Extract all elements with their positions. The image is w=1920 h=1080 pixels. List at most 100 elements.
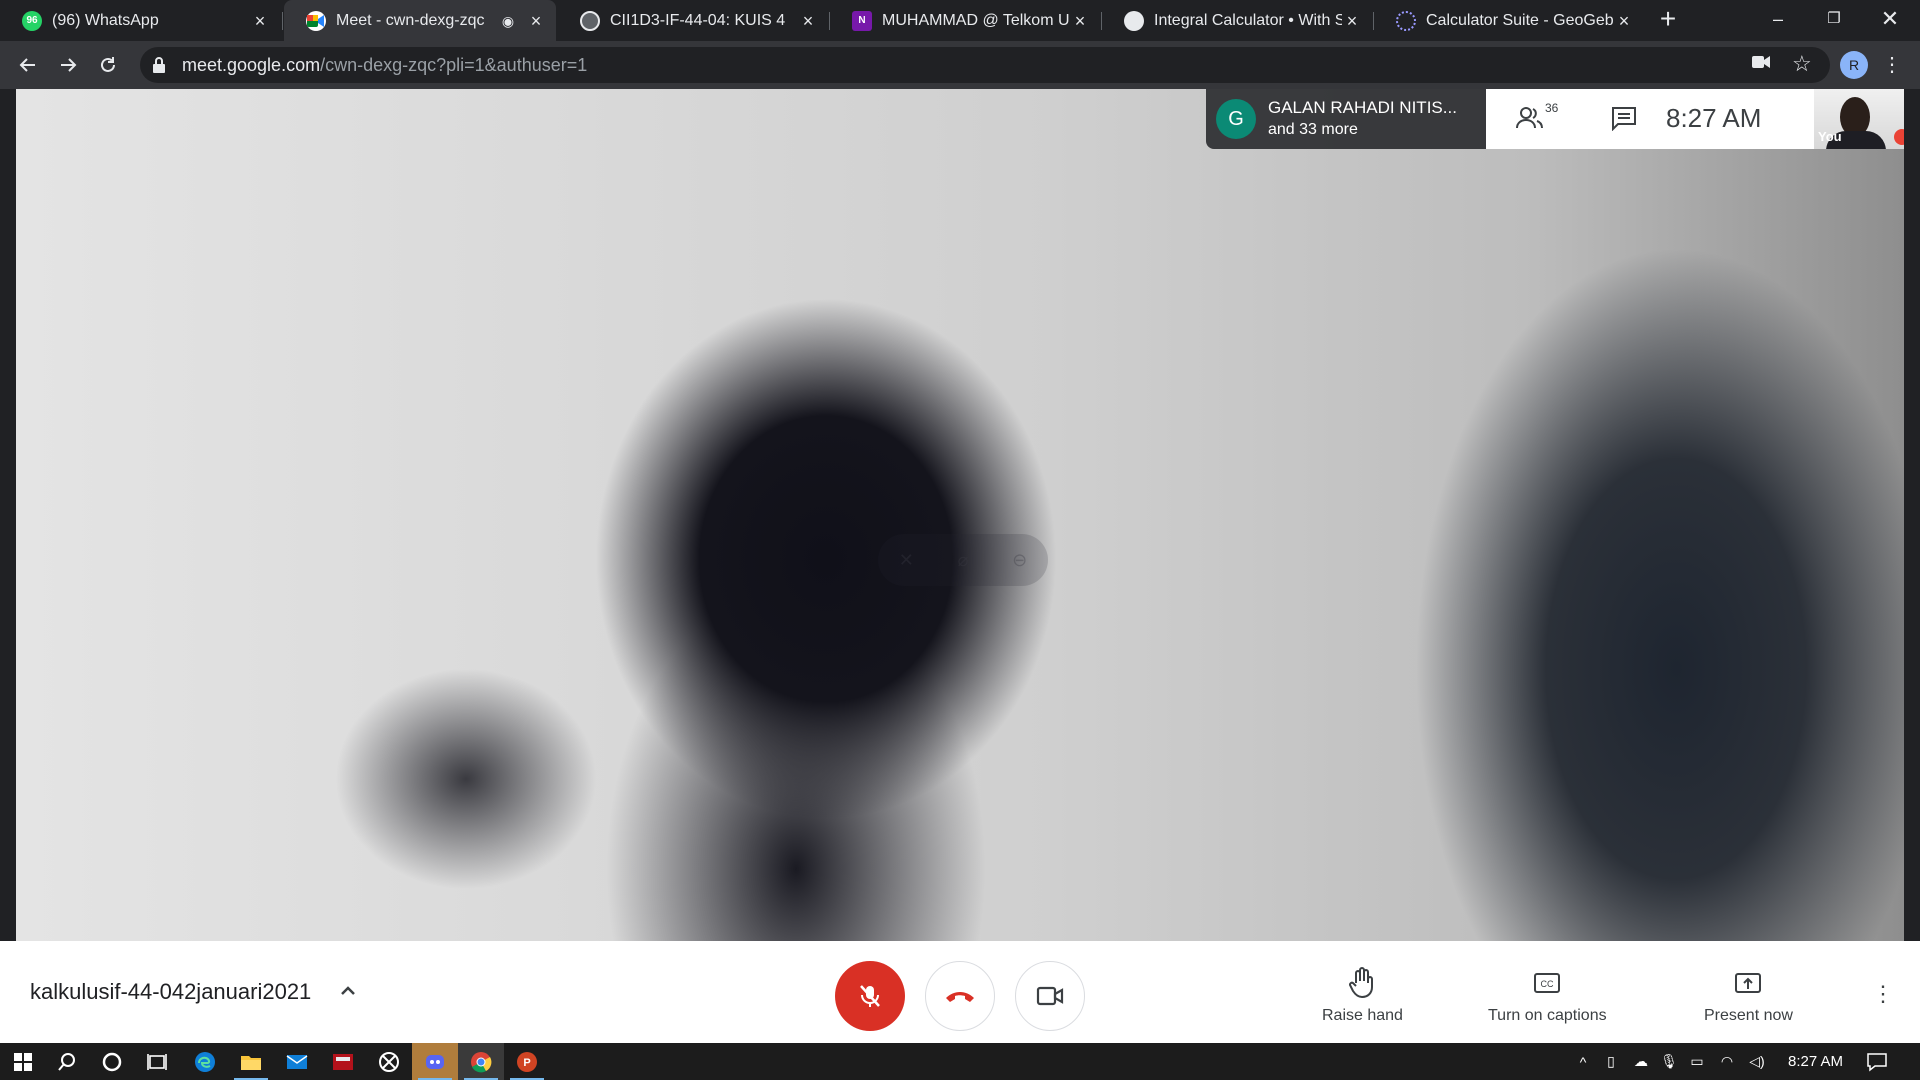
url-path: /cwn-dexg-zqc?pli=1&authuser=1 <box>320 54 588 75</box>
minimize-button[interactable]: – <box>1748 0 1808 41</box>
taskbar-clock[interactable]: 8:27 AM <box>1788 1053 1843 1070</box>
tab-title: Integral Calculator • With Ste <box>1154 11 1342 29</box>
arrow-left-icon <box>19 58 35 72</box>
tab-onenote[interactable]: N MUHAMMAD @ Telkom Uni × <box>830 0 1100 41</box>
lock-icon <box>153 57 165 73</box>
raise-hand-button[interactable]: Raise hand <box>1322 967 1403 1025</box>
tab-title: (96) WhatsApp <box>52 11 159 29</box>
mic-off-icon <box>860 985 880 1007</box>
meeting-code[interactable]: kalkulusif-44-042januari2021 <box>30 979 311 1005</box>
taskbar-app-red[interactable] <box>320 1043 366 1080</box>
show-hidden-icons-icon[interactable]: ^ <box>1570 1054 1596 1070</box>
chat-icon <box>1612 107 1636 132</box>
people-count: 36 <box>1545 101 1559 115</box>
mail-icon <box>286 1054 308 1069</box>
restore-button[interactable]: ❐ <box>1804 0 1864 41</box>
cortana-button[interactable] <box>89 1043 135 1080</box>
camera-toggle-button[interactable] <box>1015 961 1085 1031</box>
taskbar-xbox[interactable] <box>366 1043 412 1080</box>
tab-geogebra[interactable]: Calculator Suite - GeoGebra × <box>1374 0 1644 41</box>
captions-button[interactable]: CC Turn on captions <box>1488 967 1607 1025</box>
mute-participant-icon[interactable]: ⌀ <box>952 549 974 571</box>
browser-menu-icon[interactable]: ⋮ <box>1882 53 1902 77</box>
moodle-icon <box>580 10 600 31</box>
bookmark-star-icon[interactable]: ☆ <box>1792 51 1812 77</box>
google-meet-icon <box>306 10 326 31</box>
reload-button[interactable] <box>92 49 124 81</box>
new-tab-button[interactable]: + <box>1654 5 1682 34</box>
self-view-tile[interactable]: You <box>1814 89 1904 149</box>
pin-off-icon[interactable]: ✕ <box>895 549 917 571</box>
back-button[interactable] <box>12 49 44 81</box>
chevron-up-icon[interactable] <box>336 979 360 1003</box>
tab-meet[interactable]: Meet - cwn-dexg-zqc ◉ × <box>284 0 556 41</box>
taskbar-file-explorer[interactable] <box>228 1043 274 1080</box>
edge-icon <box>195 1051 215 1072</box>
participant-more: and 33 more <box>1268 121 1358 138</box>
microphone-in-use-icon[interactable]: 🎙 <box>1656 1053 1682 1070</box>
reload-icon <box>101 57 115 72</box>
taskbar-powerpoint[interactable]: P <box>504 1043 550 1080</box>
close-tab-icon[interactable]: × <box>798 11 818 31</box>
onedrive-cloud-icon[interactable]: ☁ <box>1626 1053 1656 1070</box>
meeting-info-panel: 36 8:27 AM <box>1486 89 1814 149</box>
volume-icon[interactable]: ◁) <box>1742 1053 1772 1070</box>
meeting-clock: 8:27 AM <box>1666 103 1762 133</box>
browser-toolbar: meet.google.com/cwn-dexg-zqc?pli=1&authu… <box>0 41 1920 89</box>
tab-separator <box>282 12 283 30</box>
forward-button[interactable] <box>52 49 84 81</box>
battery-icon[interactable]: ▭ <box>1682 1053 1712 1070</box>
svg-text:P: P <box>523 1057 530 1069</box>
close-tab-icon[interactable]: × <box>526 11 546 31</box>
close-tab-icon[interactable]: × <box>1614 11 1634 31</box>
powerpoint-icon: P <box>517 1051 537 1072</box>
captions-label: Turn on captions <box>1488 1007 1607 1024</box>
taskbar-mail[interactable] <box>274 1043 320 1080</box>
raise-hand-icon <box>1349 967 1374 999</box>
device-icon[interactable]: ▯ <box>1596 1053 1626 1070</box>
windows-taskbar: P ^ ▯ ☁ 🎙 ▭ ◠ ◁) 8:27 AM <box>0 1043 1920 1080</box>
video-tile-controls: ✕ ⌀ ⊖ <box>878 534 1048 586</box>
start-button[interactable] <box>0 1043 46 1080</box>
windows-logo-icon <box>14 1052 32 1071</box>
participant-avatar: G <box>1216 99 1256 139</box>
present-icon <box>1735 973 1762 993</box>
tab-whatsapp[interactable]: 96 (96) WhatsApp × <box>0 0 280 41</box>
action-center-icon[interactable] <box>1866 1043 1888 1080</box>
wifi-icon[interactable]: ◠ <box>1712 1053 1742 1070</box>
taskbar-edge[interactable] <box>182 1043 228 1080</box>
discord-icon <box>426 1054 444 1069</box>
people-icon <box>1516 107 1543 129</box>
camera-icon <box>1036 986 1064 1006</box>
present-label: Present now <box>1704 1007 1793 1024</box>
participant-name: GALAN RAHADI NITIS... <box>1268 98 1457 117</box>
task-view-button[interactable] <box>134 1043 180 1080</box>
self-label: You <box>1818 129 1842 144</box>
taskbar-discord[interactable] <box>412 1043 458 1080</box>
close-tab-icon[interactable]: × <box>1070 11 1090 31</box>
search-button[interactable] <box>44 1043 90 1080</box>
meet-bottom-bar: kalkulusif-44-042januari2021 Raise hand … <box>0 941 1920 1043</box>
speaker-chip: G GALAN RAHADI NITIS... and 33 more <box>1206 89 1486 149</box>
address-bar[interactable]: meet.google.com/cwn-dexg-zqc?pli=1&authu… <box>140 47 1830 83</box>
profile-avatar[interactable]: R <box>1840 51 1868 79</box>
arrow-right-icon <box>61 58 77 72</box>
microphone-toggle-button[interactable] <box>835 961 905 1031</box>
tab-integral-calculator[interactable]: Integral Calculator • With Ste × <box>1102 0 1372 41</box>
leave-call-button[interactable] <box>925 961 995 1031</box>
present-now-button[interactable]: Present now <box>1704 967 1793 1025</box>
camera-in-use-icon[interactable] <box>1752 55 1770 74</box>
taskbar-chrome[interactable] <box>458 1043 504 1080</box>
close-tab-icon[interactable]: × <box>250 11 270 31</box>
browser-tab-strip: 96 (96) WhatsApp × Meet - cwn-dexg-zqc ◉… <box>0 0 1920 41</box>
search-icon <box>58 1052 75 1071</box>
tab-kuis[interactable]: CII1D3-IF-44-04: KUIS 4 × <box>558 0 828 41</box>
chat-button[interactable] <box>1610 105 1640 135</box>
remove-participant-icon[interactable]: ⊖ <box>1009 549 1031 571</box>
close-window-button[interactable]: ✕ <box>1860 0 1920 41</box>
more-options-icon[interactable]: ⋮ <box>1872 981 1894 1007</box>
svg-text:CC: CC <box>1541 979 1554 989</box>
xbox-icon <box>379 1051 399 1072</box>
people-button[interactable] <box>1516 105 1546 135</box>
close-tab-icon[interactable]: × <box>1342 11 1362 31</box>
